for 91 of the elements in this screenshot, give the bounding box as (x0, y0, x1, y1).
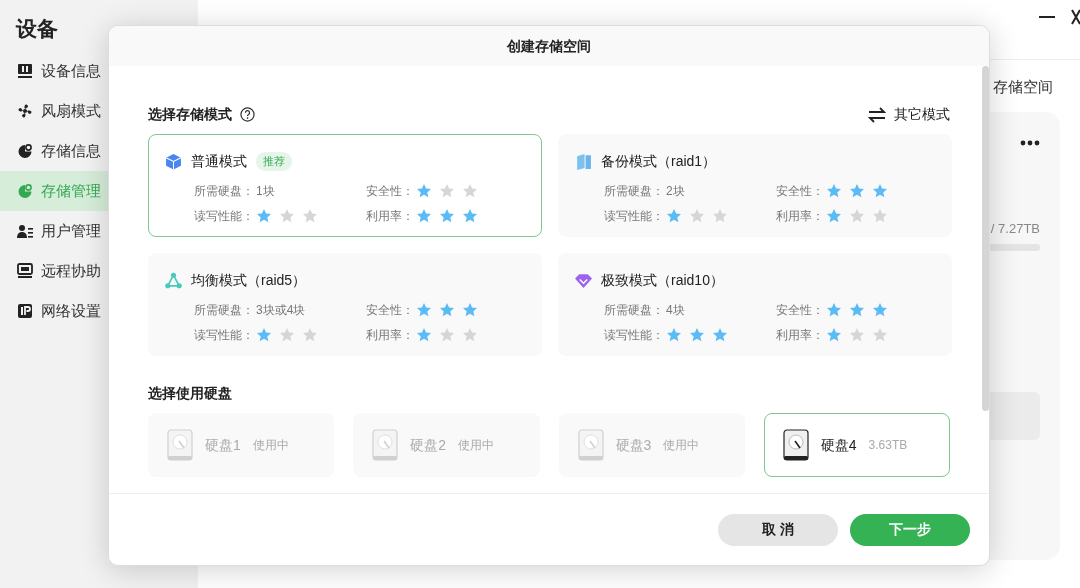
star-icon (826, 207, 842, 224)
gem-icon (575, 272, 592, 289)
network-icon (165, 272, 182, 289)
star-icon (849, 207, 865, 224)
pie-chart-icon (17, 183, 33, 200)
spec-label: 所需硬盘： (194, 301, 254, 319)
dialog-title: 创建存储空间 (109, 26, 989, 66)
star-icon (849, 326, 865, 343)
scrollbar[interactable] (982, 66, 989, 411)
star-icon (826, 182, 842, 199)
hard-drive-icon (167, 429, 193, 461)
spec-label: 安全性： (366, 182, 414, 200)
spec-value: 3块或4块 (256, 301, 306, 319)
spec-label: 所需硬盘： (604, 301, 664, 319)
fan-icon (17, 103, 33, 120)
spec-label: 安全性： (776, 301, 824, 319)
star-icon (872, 301, 888, 318)
star-icon (439, 301, 455, 318)
star-icon (256, 326, 272, 343)
star-icon (439, 326, 455, 343)
star-icon (826, 301, 842, 318)
panel-icon (17, 63, 33, 80)
star-icon (689, 207, 705, 224)
star-icon (666, 326, 682, 343)
spec-value: 2块 (666, 182, 685, 200)
star-icon (416, 207, 432, 224)
more-icon[interactable] (1020, 140, 1040, 146)
section-title: 选择使用硬盘 (148, 384, 233, 403)
section-title: 选择存储模式 (148, 105, 232, 124)
pie-chart-icon (17, 143, 33, 160)
star-icon (666, 207, 682, 224)
users-icon (17, 223, 33, 240)
spec-label: 利用率： (366, 207, 414, 225)
swap-icon (868, 106, 886, 123)
mode-card[interactable]: 普通模式 推荐 所需硬盘： 1块 安全性： 读写性能： 利用率： (148, 134, 542, 237)
mode-name: 均衡模式（raid5） (191, 271, 307, 290)
sidebar-title: 设备 (14, 16, 59, 42)
spec-label: 读写性能： (604, 326, 664, 344)
star-icon (462, 326, 478, 343)
recommended-tag: 推荐 (256, 152, 292, 171)
monitor-icon (17, 263, 33, 280)
star-icon (279, 207, 295, 224)
spec-label: 读写性能： (194, 326, 254, 344)
star-icon (279, 326, 295, 343)
spec-label: 利用率： (366, 326, 414, 344)
capacity-text: / 7.27TB (990, 220, 1040, 238)
close-icon[interactable] (1070, 8, 1080, 26)
book-icon (575, 153, 592, 170)
star-icon (256, 207, 272, 224)
disk-option[interactable]: 硬盘4 3.63TB (763, 413, 950, 477)
star-icon (416, 301, 432, 318)
star-icon (872, 326, 888, 343)
hard-drive-icon (372, 429, 399, 461)
cube-icon (165, 153, 182, 170)
hard-drive-icon (782, 429, 809, 461)
spec-value: 1块 (256, 182, 275, 200)
star-icon (462, 182, 478, 199)
spec-label: 利用率： (776, 207, 824, 225)
spec-label: 利用率： (776, 326, 824, 344)
spec-label: 读写性能： (604, 207, 664, 225)
star-icon (462, 207, 478, 224)
hard-drive-icon (577, 429, 604, 461)
mode-card[interactable]: 均衡模式（raid5） 所需硬盘： 3块或4块 安全性： 读写性能： 利用率： (148, 253, 542, 356)
spec-label: 安全性： (776, 182, 824, 200)
star-icon (849, 182, 865, 199)
mode-name: 普通模式 (191, 152, 247, 171)
star-icon (462, 301, 478, 318)
star-icon (439, 182, 455, 199)
star-icon (439, 207, 455, 224)
ip-icon (17, 303, 33, 320)
spec-value: 4块 (666, 301, 685, 319)
mode-name: 极致模式（raid10） (601, 271, 724, 290)
spec-label: 安全性： (366, 301, 414, 319)
mode-card[interactable]: 极致模式（raid10） 所需硬盘： 4块 安全性： 读写性能： 利用率： (558, 253, 952, 356)
star-icon (302, 326, 318, 343)
star-icon (689, 326, 705, 343)
star-icon (712, 207, 728, 224)
mode-card[interactable]: 备份模式（raid1） 所需硬盘： 2块 安全性： 读写性能： 利用率： (558, 134, 952, 237)
other-modes-button[interactable]: 其它模式 (868, 104, 950, 125)
star-icon (872, 207, 888, 224)
star-icon (416, 182, 432, 199)
cancel-button[interactable]: 取 消 (718, 513, 838, 546)
help-icon[interactable] (240, 107, 255, 122)
star-icon (302, 207, 318, 224)
star-icon (826, 326, 842, 343)
star-icon (416, 326, 432, 343)
star-icon (849, 301, 865, 318)
star-icon (872, 182, 888, 199)
mode-name: 备份模式（raid1） (601, 152, 717, 171)
spec-label: 所需硬盘： (604, 182, 664, 200)
star-icon (712, 326, 728, 343)
